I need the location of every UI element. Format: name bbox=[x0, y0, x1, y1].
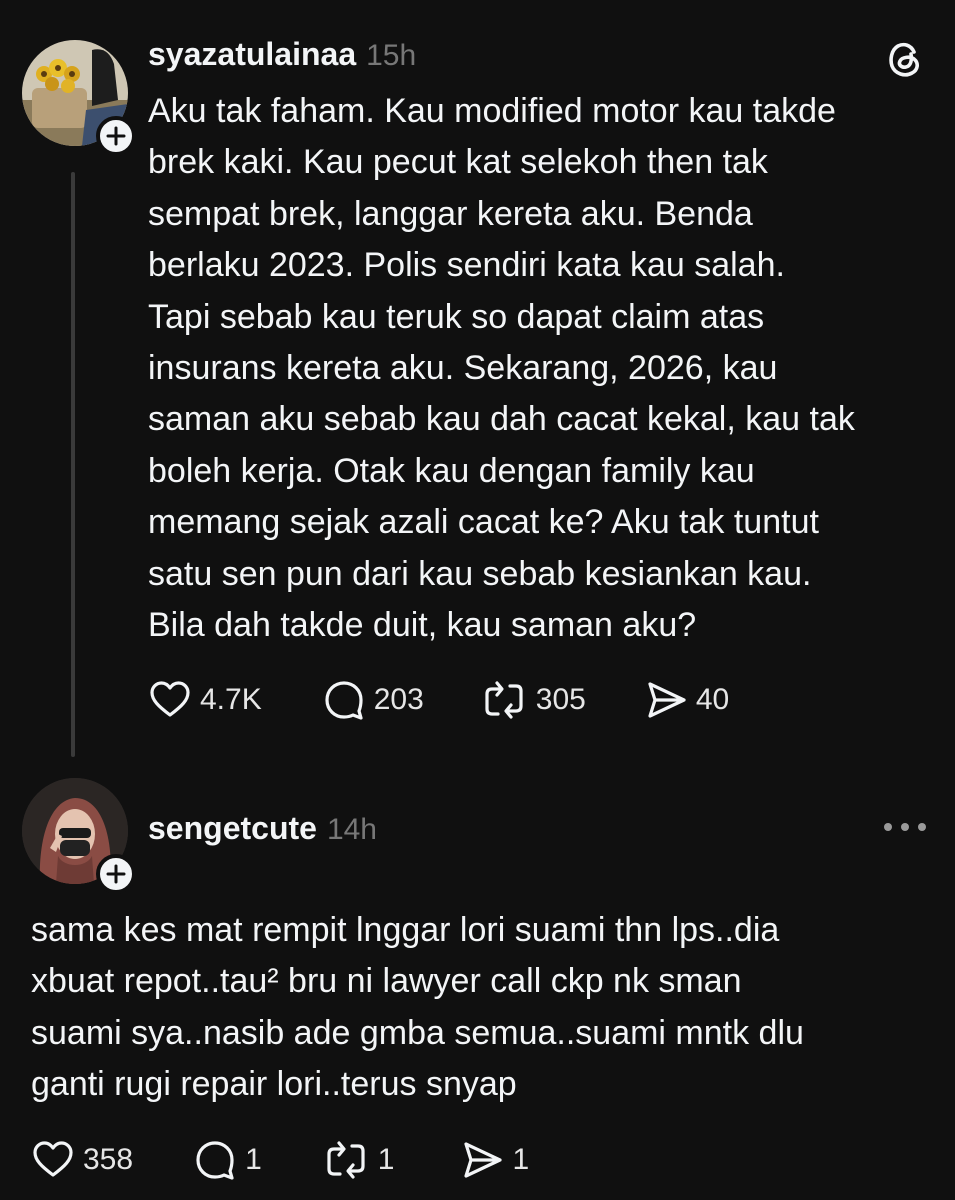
post-sengetcute: sengetcute 14h sama kes mat rempit lngga… bbox=[0, 770, 955, 1200]
repost-count: 1 bbox=[377, 1143, 395, 1176]
timestamp: 14h bbox=[326, 813, 377, 846]
repost-icon bbox=[327, 1141, 365, 1179]
post-body: Aku tak faham. Kau modified motor kau ta… bbox=[148, 92, 855, 645]
plus-icon bbox=[106, 864, 126, 884]
reply-button[interactable]: 203 bbox=[322, 678, 424, 722]
like-count: 4.7K bbox=[200, 683, 262, 716]
more-options-icon[interactable] bbox=[884, 815, 926, 839]
action-bar: 4.7K 203 305 40 bbox=[148, 678, 729, 722]
follow-button[interactable] bbox=[96, 854, 136, 894]
reply-button[interactable]: 1 bbox=[193, 1138, 262, 1182]
like-button[interactable]: 358 bbox=[31, 1138, 133, 1182]
avatar-wrapper bbox=[22, 778, 136, 894]
heart-icon bbox=[150, 681, 190, 717]
share-button[interactable]: 40 bbox=[644, 678, 729, 722]
plus-icon bbox=[106, 126, 126, 146]
send-icon bbox=[648, 682, 686, 718]
thread-connector-line bbox=[71, 172, 75, 757]
repost-button[interactable]: 1 bbox=[322, 1138, 395, 1182]
timestamp: 15h bbox=[366, 39, 417, 72]
reply-count: 1 bbox=[245, 1143, 262, 1176]
action-bar: 358 1 1 1 bbox=[31, 1138, 529, 1182]
more-dot bbox=[918, 823, 926, 831]
send-icon bbox=[464, 1142, 503, 1178]
repost-count: 305 bbox=[535, 683, 586, 716]
reply-count: 203 bbox=[373, 683, 424, 716]
username[interactable]: sengetcute bbox=[148, 810, 317, 847]
post-header: sengetcute 14h bbox=[148, 810, 377, 850]
share-count: 1 bbox=[512, 1143, 530, 1176]
more-dot bbox=[884, 823, 892, 831]
repost-icon bbox=[485, 681, 523, 719]
post-header: syazatulainaa 15h bbox=[148, 36, 416, 76]
avatar-wrapper bbox=[22, 40, 136, 156]
comment-icon bbox=[196, 1141, 234, 1180]
follow-button[interactable] bbox=[96, 116, 136, 156]
share-count: 40 bbox=[695, 683, 730, 716]
comment-icon bbox=[325, 681, 363, 720]
share-button[interactable]: 1 bbox=[460, 1138, 529, 1182]
repost-button[interactable]: 305 bbox=[480, 678, 586, 722]
post-body: sama kes mat rempit lnggar lori suami th… bbox=[31, 911, 804, 1104]
threads-logo-icon[interactable] bbox=[884, 38, 926, 80]
like-count: 358 bbox=[83, 1143, 134, 1176]
heart-icon bbox=[33, 1141, 73, 1177]
more-dot bbox=[901, 823, 909, 831]
like-button[interactable]: 4.7K bbox=[148, 678, 262, 722]
username[interactable]: syazatulainaa bbox=[148, 36, 356, 73]
post-syazatulainaa: syazatulainaa 15h Aku tak faham. Kau mod… bbox=[0, 0, 955, 770]
